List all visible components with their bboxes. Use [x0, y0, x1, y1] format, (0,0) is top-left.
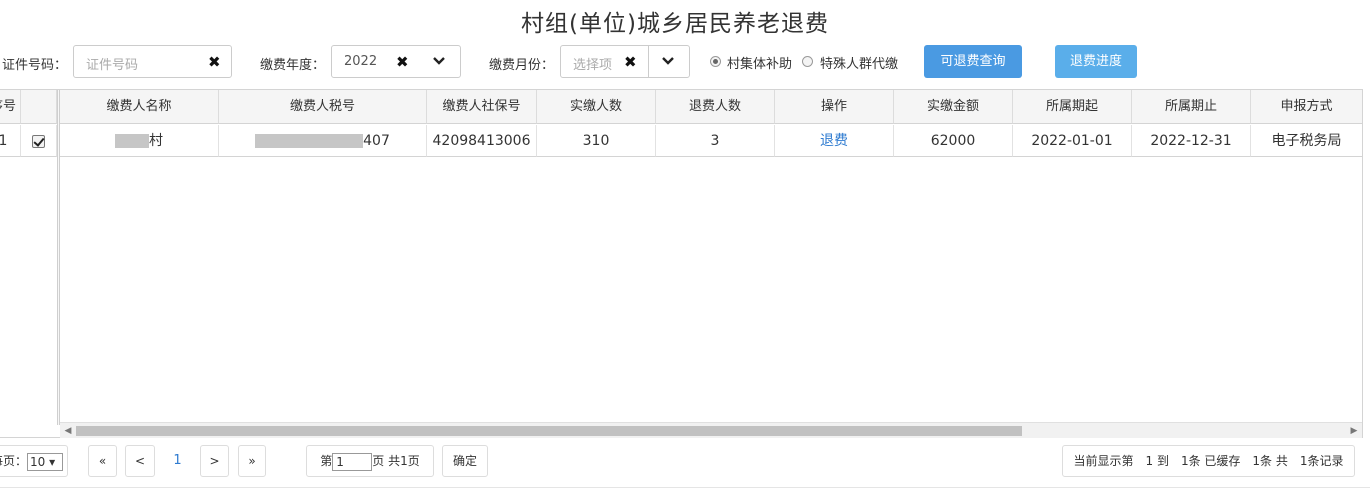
row-end: 2022-12-31 [1132, 125, 1251, 157]
col-header-start[interactable]: 所属期起 [1013, 90, 1132, 124]
row-name-suffix: 村 [149, 133, 163, 149]
prev-page-button[interactable]: < [125, 445, 155, 477]
page-jump-group: 第1 页 共1页 [306, 445, 434, 477]
page-jump-input[interactable]: 1 [332, 452, 373, 471]
page-size-select[interactable]: 10 ▾ [27, 452, 63, 471]
data-grid: 序号 缴费人名称 缴费人税号 缴费人社保号 实缴人数 退费人数 操作 实缴金额 … [0, 89, 1363, 438]
col-header-check [21, 90, 57, 124]
year-label: 缴费年度： [260, 58, 326, 73]
month-label: 缴费月份： [489, 58, 555, 73]
current-page-button[interactable]: 1 [163, 445, 192, 477]
row-ssn: 42098413006 [427, 125, 537, 157]
col-header-paid-count[interactable]: 实缴人数 [537, 90, 656, 124]
id-number-placeholder: 证件号码 [86, 58, 139, 73]
col-header-method[interactable]: 申报方式 [1251, 90, 1362, 124]
page-confirm-button[interactable]: 确定 [442, 445, 488, 477]
refund-link[interactable]: 退费 [775, 125, 894, 157]
radio-village-subsidy[interactable] [710, 56, 721, 67]
month-select[interactable]: 选择项 ✖ [560, 45, 690, 78]
refund-query-button[interactable]: 可退费查询 [924, 45, 1022, 78]
scrollbar-thumb[interactable] [76, 426, 1022, 436]
row-name: 村 [60, 125, 219, 157]
month-placeholder: 选择项 [573, 58, 613, 73]
horizontal-scrollbar[interactable]: ◀ ▶ [60, 422, 1362, 438]
next-page-button[interactable]: > [200, 445, 229, 477]
row-seq: 1 [0, 125, 21, 157]
year-value: 2022 [344, 54, 378, 69]
page: 村组(单位)城乡居民养老退费 证件号码： 证件号码 ✖ 缴费年度： 2022 ✖… [0, 0, 1370, 493]
radio-special-group-label[interactable]: 特殊人群代缴 [820, 53, 898, 72]
page-jump-prefix: 第 [320, 454, 333, 468]
refund-progress-button[interactable]: 退费进度 [1055, 45, 1137, 78]
page-title: 村组(单位)城乡居民养老退费 [521, 11, 829, 37]
scroll-right-icon[interactable]: ▶ [1347, 424, 1361, 438]
clear-id-icon[interactable]: ✖ [208, 53, 221, 71]
redacted-block [115, 134, 149, 148]
id-number-input[interactable]: 证件号码 ✖ [73, 45, 232, 78]
radio-special-group[interactable] [802, 56, 813, 67]
clear-month-icon[interactable]: ✖ [624, 53, 637, 71]
clear-year-icon[interactable]: ✖ [396, 53, 409, 71]
chevron-down-icon[interactable] [661, 52, 675, 70]
record-status: 当前显示第 1 到 1条 已缓存 1条 共 1条记录 [1062, 445, 1355, 477]
col-header-end[interactable]: 所属期止 [1132, 90, 1251, 124]
redacted-block [255, 134, 364, 148]
scroll-left-icon[interactable]: ◀ [61, 424, 75, 438]
col-header-op: 操作 [775, 90, 894, 124]
row-checkbox-cell[interactable] [21, 125, 57, 157]
row-tax: 407 [219, 125, 427, 157]
row-start: 2022-01-01 [1013, 125, 1132, 157]
radio-village-subsidy-label[interactable]: 村集体补助 [727, 53, 792, 72]
page-size-value: 10 [30, 454, 46, 469]
id-label: 证件号码： [2, 58, 68, 73]
last-page-button[interactable]: » [238, 445, 266, 477]
col-header-refund-count[interactable]: 退费人数 [656, 90, 775, 124]
year-select[interactable]: 2022 ✖ [331, 45, 461, 78]
col-header-seq: 序号 [0, 90, 21, 124]
col-header-ssn[interactable]: 缴费人社保号 [427, 90, 537, 124]
page-size-label: 每页： [0, 454, 27, 468]
row-method: 电子税务局 [1251, 125, 1362, 157]
pager: 每页：10 ▾ « < 1 > » 第1页 共1页 确定 当前显示第 1 到 1… [0, 439, 1370, 493]
row-refund-count: 3 [656, 125, 775, 157]
row-amount: 62000 [894, 125, 1013, 157]
row-checkbox[interactable] [32, 134, 45, 148]
row-paid-count: 310 [537, 125, 656, 157]
first-page-button[interactable]: « [88, 445, 117, 477]
bottom-divider [0, 487, 1370, 488]
page-jump-value: 1 [336, 454, 344, 469]
col-header-amount[interactable]: 实缴金额 [894, 90, 1013, 124]
page-size-group: 每页：10 ▾ [0, 445, 68, 477]
col-header-tax[interactable]: 缴费人税号 [219, 90, 427, 124]
frozen-column-separator [57, 90, 60, 425]
chevron-down-icon[interactable] [432, 52, 446, 70]
col-header-name[interactable]: 缴费人名称 [60, 90, 219, 124]
divider [648, 46, 649, 77]
page-jump-suffix: 页 共1页 [372, 454, 420, 468]
row-tax-suffix: 407 [363, 133, 390, 149]
